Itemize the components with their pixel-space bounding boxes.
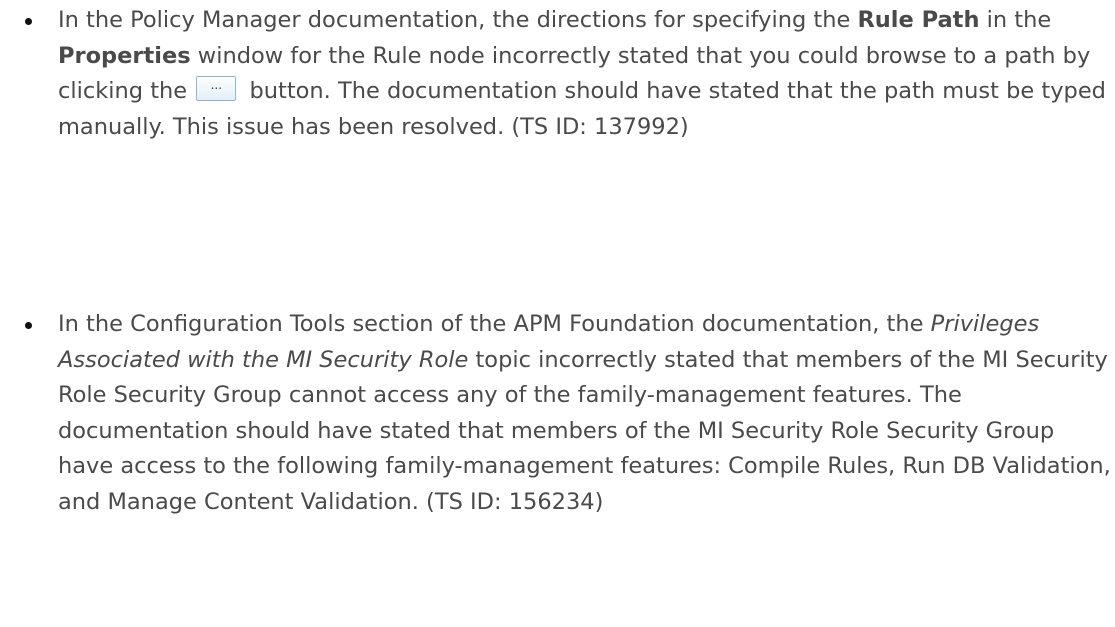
rule-path-term: Rule Path — [857, 7, 980, 33]
note-text: in the — [979, 7, 1052, 33]
ellipsis-label: ... — [210, 78, 223, 92]
bullet-icon — [25, 322, 32, 329]
properties-term: Properties — [58, 42, 191, 69]
note-text: In the Configuration Tools section of th… — [58, 311, 931, 337]
configuration-tools-note: In the Configuration Tools section of th… — [58, 307, 1113, 520]
policy-manager-note: In the Policy Manager documentation, the… — [58, 3, 1113, 145]
note-text: In the Policy Manager documentation, the… — [58, 7, 858, 33]
list-item: In the Configuration Tools section of th… — [25, 307, 1113, 520]
list-item: In the Policy Manager documentation, the… — [25, 3, 1113, 145]
bullet-icon — [25, 18, 32, 25]
ellipsis-browse-icon: ... — [196, 76, 237, 101]
